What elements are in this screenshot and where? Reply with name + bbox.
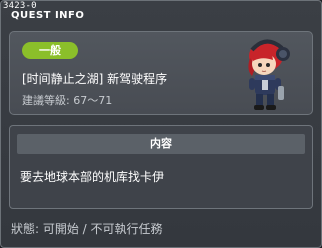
category-badge: 一般 — [22, 42, 78, 59]
content-section-title: 内容 — [17, 134, 305, 154]
quest-name: [时间静止之湖] 新驾驶程序 — [22, 72, 168, 86]
quest-header-panel: 一般 [时间静止之湖] 新驾驶程序 建議等級: 67〜71 — [9, 31, 313, 115]
recommended-level: 建議等級: 67〜71 — [22, 94, 113, 107]
npc-character-icon — [248, 39, 290, 110]
quest-info-window: 3423-0 QUEST INFO 一般 [时间静止之湖] 新驾驶程序 建議等級… — [0, 0, 322, 248]
window-title: QUEST INFO — [11, 10, 85, 21]
quest-status: 狀態: 可開始 / 不可執行任務 — [11, 222, 163, 236]
quest-content-panel: 内容 要去地球本部的机库找卡伊 — [9, 125, 313, 209]
content-description: 要去地球本部的机库找卡伊 — [20, 170, 165, 184]
